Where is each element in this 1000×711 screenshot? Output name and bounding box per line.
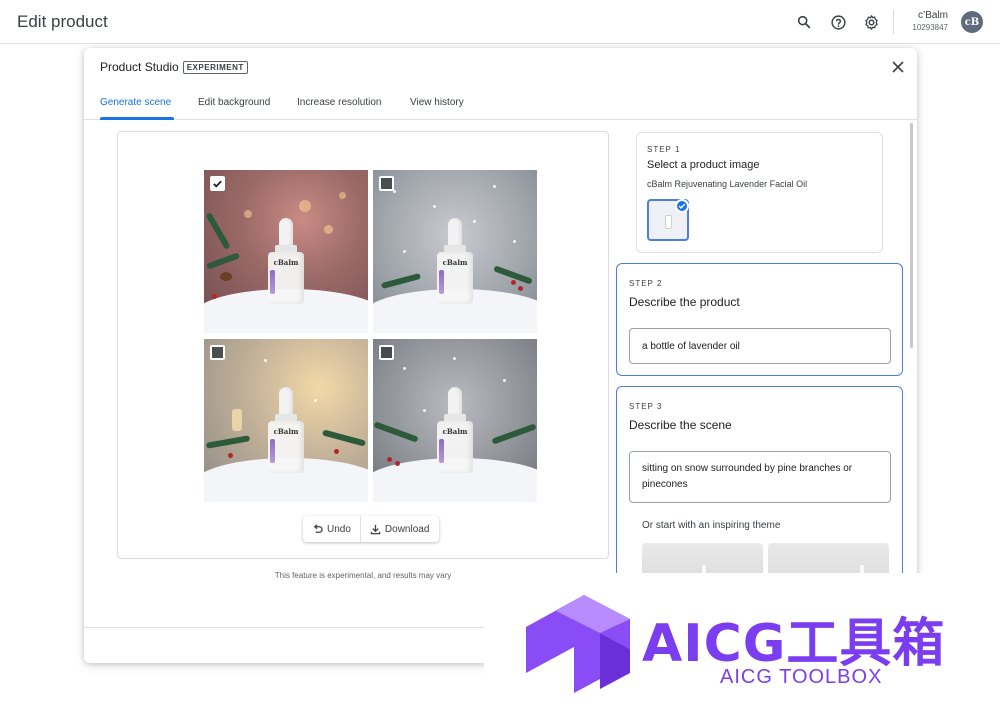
avatar[interactable]: cB	[961, 11, 983, 33]
step-1-title: Select a product image	[647, 159, 760, 171]
help-icon[interactable]	[828, 12, 848, 32]
step-2-card: STEP 2 Describe the product a bottle of …	[616, 263, 903, 376]
bottle-label: cBalm	[273, 258, 299, 267]
scrollbar[interactable]	[910, 123, 913, 348]
watermark-subtitle: AICG TOOLBOX	[720, 666, 883, 688]
undo-icon	[313, 523, 323, 533]
step-3-title: Describe the scene	[629, 418, 732, 432]
image-checkbox[interactable]	[210, 345, 225, 360]
generated-image-3[interactable]: cBalm	[204, 339, 368, 502]
generated-image-1[interactable]: cBalm	[204, 170, 368, 333]
download-icon	[370, 524, 381, 534]
topbar-divider	[893, 10, 894, 34]
generated-image-4[interactable]: cBalm	[373, 339, 537, 502]
bottle-label: cBalm	[442, 427, 468, 436]
image-actions-toolbar: Undo Download	[303, 516, 439, 542]
top-bar: Edit product c’Balm 10293847 cB	[0, 0, 1000, 44]
theme-section-label: Or start with an inspiring theme	[642, 520, 781, 531]
settings-gear-icon[interactable]	[861, 12, 881, 32]
product-description-input[interactable]: a bottle of lavender oil	[629, 328, 891, 364]
selected-product-thumbnail[interactable]	[647, 199, 689, 241]
step-1-card: STEP 1 Select a product image cBalm Reju…	[636, 132, 883, 253]
scene-description-input[interactable]: sitting on snow surrounded by pine branc…	[629, 451, 891, 503]
watermark-title: AICG工具箱	[642, 614, 946, 674]
tab-increase-resolution[interactable]: Increase resolution	[297, 97, 382, 108]
step-3-number: STEP 3	[629, 402, 663, 411]
aicg-logo-icon	[526, 595, 630, 693]
check-circle-icon	[675, 199, 689, 213]
undo-label: Undo	[327, 523, 351, 535]
tab-bar: Generate scene Edit background Increase …	[84, 88, 917, 120]
image-checkbox[interactable]	[379, 176, 394, 191]
step-1-product-name: cBalm Rejuvenating Lavender Facial Oil	[647, 179, 808, 189]
bottle-label: cBalm	[442, 258, 468, 267]
step-1-number: STEP 1	[647, 145, 681, 154]
dialog-title: Product Studio EXPERIMENT	[100, 60, 248, 74]
dialog-title-text: Product Studio	[100, 60, 179, 74]
experiment-badge: EXPERIMENT	[182, 60, 248, 74]
product-studio-dialog: Product Studio EXPERIMENT Generate scene…	[84, 48, 917, 663]
active-tab-indicator	[100, 117, 174, 120]
account-number: 10293847	[912, 23, 948, 32]
account-name: c’Balm	[917, 10, 948, 21]
undo-button[interactable]: Undo	[303, 516, 360, 542]
tab-generate-scene[interactable]: Generate scene	[100, 97, 171, 108]
page: Edit product c’Balm 10293847 cB Product …	[0, 0, 1000, 711]
generated-image-2[interactable]: cBalm	[373, 170, 537, 333]
page-title: Edit product	[17, 12, 108, 31]
search-icon[interactable]	[794, 12, 814, 32]
tab-edit-background[interactable]: Edit background	[198, 97, 270, 108]
image-checkbox-checked[interactable]	[210, 176, 225, 191]
download-label: Download	[384, 523, 430, 535]
tab-view-history[interactable]: View history	[410, 97, 464, 108]
preview-panel: cBalm cBalm cBalm cBalm Undo Download	[117, 131, 609, 559]
watermark: AICG工具箱 AICG TOOLBOX	[484, 573, 1000, 711]
bottle-label: cBalm	[273, 427, 299, 436]
step-2-title: Describe the product	[629, 295, 740, 309]
download-button[interactable]: Download	[361, 516, 438, 542]
account-info[interactable]: c’Balm 10293847	[906, 10, 948, 32]
close-icon[interactable]	[889, 58, 907, 76]
step-2-number: STEP 2	[629, 279, 663, 288]
image-checkbox[interactable]	[379, 345, 394, 360]
